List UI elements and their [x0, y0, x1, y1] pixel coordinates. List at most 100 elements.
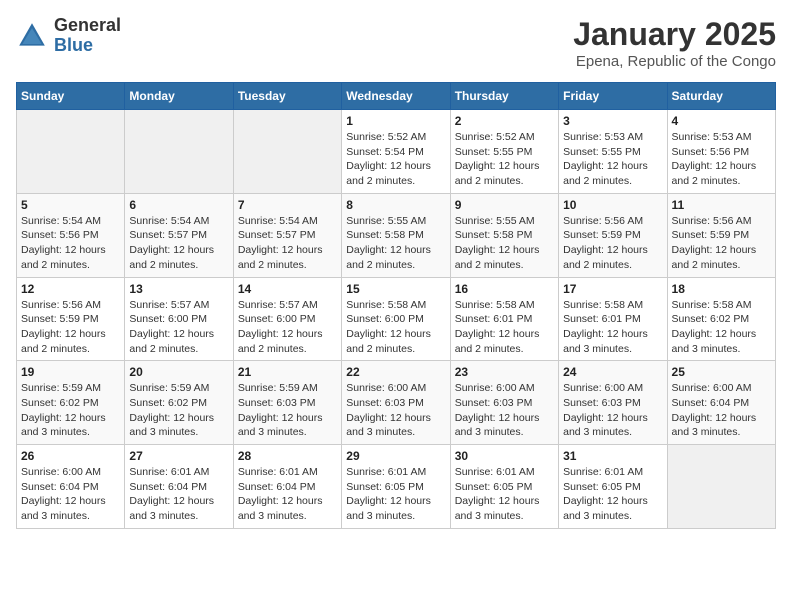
- calendar-cell: 11 Sunrise: 5:56 AM Sunset: 5:59 PM Dayli…: [667, 193, 775, 277]
- calendar-cell: 29 Sunrise: 6:01 AM Sunset: 6:05 PM Dayli…: [342, 445, 450, 529]
- calendar-week-1: 1Sunrise: 5:52 AM Sunset: 5:54 PM Daylig…: [17, 110, 776, 194]
- logo: General Blue: [16, 16, 121, 56]
- title-block: January 2025 Epena, Republic of the Cong…: [573, 16, 776, 70]
- day-number: 6: [129, 198, 228, 212]
- day-detail: Sunrise: 6:00 AM Sunset: 6:03 PM Dayligh…: [563, 382, 648, 438]
- calendar-cell: 31Sunrise: 6:01 AM Sunset: 6:05 PM Dayli…: [559, 445, 667, 529]
- calendar-cell: 18 Sunrise: 5:58 AM Sunset: 6:02 PM Dayli…: [667, 277, 775, 361]
- calendar-cell: 22 Sunrise: 6:00 AM Sunset: 6:03 PM Dayli…: [342, 361, 450, 445]
- day-number: 11: [672, 198, 771, 212]
- calendar-cell: 2Sunrise: 5:52 AM Sunset: 5:55 PM Daylig…: [450, 110, 558, 194]
- day-header-saturday: Saturday: [667, 83, 775, 110]
- day-number: 16: [455, 282, 554, 296]
- calendar-week-3: 12 Sunrise: 5:56 AM Sunset: 5:59 PM Dayli…: [17, 277, 776, 361]
- calendar-cell: 17 Sunrise: 5:58 AM Sunset: 6:01 PM Dayli…: [559, 277, 667, 361]
- calendar-cell: 15Sunrise: 5:58 AM Sunset: 6:00 PM Dayli…: [342, 277, 450, 361]
- calendar-cell: 28 Sunrise: 6:01 AM Sunset: 6:04 PM Dayli…: [233, 445, 341, 529]
- day-detail: Sunrise: 6:00 AM Sunset: 6:03 PM Dayligh…: [346, 382, 431, 438]
- calendar-cell: 12 Sunrise: 5:56 AM Sunset: 5:59 PM Dayli…: [17, 277, 125, 361]
- day-detail: Sunrise: 5:53 AM Sunset: 5:56 PM Dayligh…: [672, 131, 757, 187]
- calendar-cell: 27 Sunrise: 6:01 AM Sunset: 6:04 PM Dayli…: [125, 445, 233, 529]
- calendar-cell: 16 Sunrise: 5:58 AM Sunset: 6:01 PM Dayli…: [450, 277, 558, 361]
- day-number: 14: [238, 282, 337, 296]
- calendar-cell: [125, 110, 233, 194]
- day-detail: Sunrise: 5:59 AM Sunset: 6:02 PM Dayligh…: [129, 382, 214, 438]
- day-detail: Sunrise: 5:53 AM Sunset: 5:55 PM Dayligh…: [563, 131, 648, 187]
- day-number: 7: [238, 198, 337, 212]
- calendar-cell: 3 Sunrise: 5:53 AM Sunset: 5:55 PM Daylig…: [559, 110, 667, 194]
- calendar-cell: 9 Sunrise: 5:55 AM Sunset: 5:58 PM Daylig…: [450, 193, 558, 277]
- day-number: 23: [455, 365, 554, 379]
- day-detail: Sunrise: 6:00 AM Sunset: 6:04 PM Dayligh…: [21, 466, 106, 522]
- day-header-wednesday: Wednesday: [342, 83, 450, 110]
- day-detail: Sunrise: 6:01 AM Sunset: 6:05 PM Dayligh…: [455, 466, 540, 522]
- day-number: 10: [563, 198, 662, 212]
- page-header: General Blue January 2025 Epena, Republi…: [16, 16, 776, 70]
- page-subtitle: Epena, Republic of the Congo: [573, 53, 776, 70]
- calendar-cell: [667, 445, 775, 529]
- day-number: 3: [563, 114, 662, 128]
- day-number: 4: [672, 114, 771, 128]
- day-detail: Sunrise: 5:55 AM Sunset: 5:58 PM Dayligh…: [346, 215, 431, 271]
- day-detail: Sunrise: 5:54 AM Sunset: 5:57 PM Dayligh…: [238, 215, 323, 271]
- day-number: 12: [21, 282, 120, 296]
- day-number: 5: [21, 198, 120, 212]
- calendar-cell: 24Sunrise: 6:00 AM Sunset: 6:03 PM Dayli…: [559, 361, 667, 445]
- day-detail: Sunrise: 6:01 AM Sunset: 6:05 PM Dayligh…: [346, 466, 431, 522]
- logo-general-text: General: [54, 16, 121, 36]
- day-header-thursday: Thursday: [450, 83, 558, 110]
- calendar-week-2: 5Sunrise: 5:54 AM Sunset: 5:56 PM Daylig…: [17, 193, 776, 277]
- calendar-cell: 5Sunrise: 5:54 AM Sunset: 5:56 PM Daylig…: [17, 193, 125, 277]
- calendar-cell: 25Sunrise: 6:00 AM Sunset: 6:04 PM Dayli…: [667, 361, 775, 445]
- calendar-cell: 21Sunrise: 5:59 AM Sunset: 6:03 PM Dayli…: [233, 361, 341, 445]
- day-number: 18: [672, 282, 771, 296]
- day-detail: Sunrise: 5:54 AM Sunset: 5:57 PM Dayligh…: [129, 215, 214, 271]
- day-detail: Sunrise: 5:56 AM Sunset: 5:59 PM Dayligh…: [672, 215, 757, 271]
- day-detail: Sunrise: 5:52 AM Sunset: 5:55 PM Dayligh…: [455, 131, 540, 187]
- day-detail: Sunrise: 5:59 AM Sunset: 6:02 PM Dayligh…: [21, 382, 106, 438]
- day-number: 21: [238, 365, 337, 379]
- logo-blue-text: Blue: [54, 36, 121, 56]
- calendar-cell: 14 Sunrise: 5:57 AM Sunset: 6:00 PM Dayli…: [233, 277, 341, 361]
- day-detail: Sunrise: 5:57 AM Sunset: 6:00 PM Dayligh…: [129, 299, 214, 355]
- day-detail: Sunrise: 6:01 AM Sunset: 6:04 PM Dayligh…: [238, 466, 323, 522]
- day-detail: Sunrise: 5:56 AM Sunset: 5:59 PM Dayligh…: [21, 299, 106, 355]
- day-number: 26: [21, 449, 120, 463]
- calendar-cell: 1Sunrise: 5:52 AM Sunset: 5:54 PM Daylig…: [342, 110, 450, 194]
- day-number: 9: [455, 198, 554, 212]
- day-detail: Sunrise: 6:00 AM Sunset: 6:04 PM Dayligh…: [672, 382, 757, 438]
- day-header-monday: Monday: [125, 83, 233, 110]
- day-detail: Sunrise: 5:58 AM Sunset: 6:01 PM Dayligh…: [563, 299, 648, 355]
- calendar-cell: 7 Sunrise: 5:54 AM Sunset: 5:57 PM Daylig…: [233, 193, 341, 277]
- day-detail: Sunrise: 5:58 AM Sunset: 6:02 PM Dayligh…: [672, 299, 757, 355]
- day-header-sunday: Sunday: [17, 83, 125, 110]
- calendar-cell: 6 Sunrise: 5:54 AM Sunset: 5:57 PM Daylig…: [125, 193, 233, 277]
- day-detail: Sunrise: 5:57 AM Sunset: 6:00 PM Dayligh…: [238, 299, 323, 355]
- day-detail: Sunrise: 5:58 AM Sunset: 6:01 PM Dayligh…: [455, 299, 540, 355]
- logo-icon: [16, 20, 48, 52]
- calendar-cell: 8 Sunrise: 5:55 AM Sunset: 5:58 PM Daylig…: [342, 193, 450, 277]
- day-number: 15: [346, 282, 445, 296]
- day-detail: Sunrise: 6:01 AM Sunset: 6:04 PM Dayligh…: [129, 466, 214, 522]
- day-number: 28: [238, 449, 337, 463]
- day-number: 1: [346, 114, 445, 128]
- day-detail: Sunrise: 5:55 AM Sunset: 5:58 PM Dayligh…: [455, 215, 540, 271]
- day-number: 17: [563, 282, 662, 296]
- day-number: 29: [346, 449, 445, 463]
- day-number: 22: [346, 365, 445, 379]
- day-header-friday: Friday: [559, 83, 667, 110]
- day-number: 8: [346, 198, 445, 212]
- calendar-week-5: 26 Sunrise: 6:00 AM Sunset: 6:04 PM Dayli…: [17, 445, 776, 529]
- calendar-cell: 19Sunrise: 5:59 AM Sunset: 6:02 PM Dayli…: [17, 361, 125, 445]
- calendar-cell: 20 Sunrise: 5:59 AM Sunset: 6:02 PM Dayli…: [125, 361, 233, 445]
- calendar-table: SundayMondayTuesdayWednesdayThursdayFrid…: [16, 82, 776, 529]
- day-number: 20: [129, 365, 228, 379]
- day-number: 31: [563, 449, 662, 463]
- day-detail: Sunrise: 6:00 AM Sunset: 6:03 PM Dayligh…: [455, 382, 540, 438]
- day-detail: Sunrise: 5:56 AM Sunset: 5:59 PM Dayligh…: [563, 215, 648, 271]
- calendar-cell: 23 Sunrise: 6:00 AM Sunset: 6:03 PM Dayli…: [450, 361, 558, 445]
- day-number: 30: [455, 449, 554, 463]
- day-number: 27: [129, 449, 228, 463]
- calendar-cell: [17, 110, 125, 194]
- calendar-week-4: 19Sunrise: 5:59 AM Sunset: 6:02 PM Dayli…: [17, 361, 776, 445]
